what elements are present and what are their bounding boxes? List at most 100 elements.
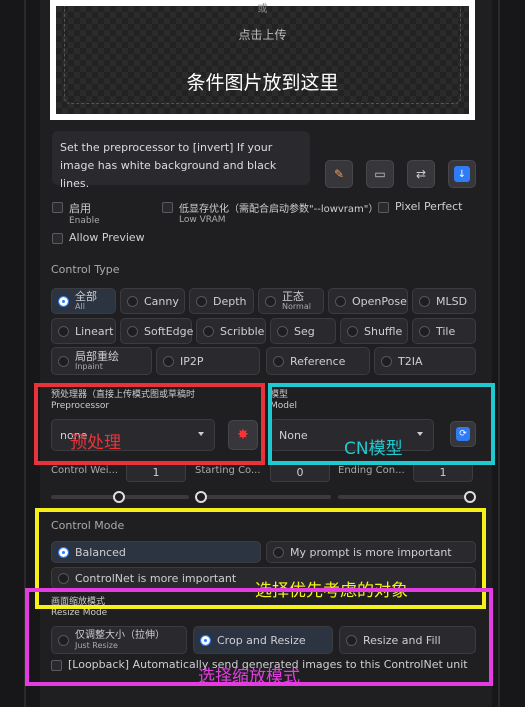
refresh-models-button[interactable]: ⟳ xyxy=(450,421,476,447)
radio-label: Seg xyxy=(294,324,315,338)
control-type-seg[interactable]: Seg xyxy=(270,318,336,344)
low-vram-text: 低显存优化（需配合启动参数"--lowvram"） xyxy=(179,204,379,215)
control-type-ip2p[interactable]: IP2P xyxy=(156,347,260,375)
enable-sub: Enable xyxy=(69,216,100,226)
control-type-label: Control Type xyxy=(51,263,120,276)
radio-dot xyxy=(58,572,69,584)
preprocessor-select[interactable]: none xyxy=(51,419,215,451)
enable-checkbox[interactable]: 启用 Enable xyxy=(52,200,100,226)
control-mode-prompt[interactable]: My prompt is more important xyxy=(266,541,476,563)
model-select[interactable]: None xyxy=(270,419,434,451)
image-drop-area[interactable]: 或 点击上传 条件图片放到这里 xyxy=(50,0,475,120)
resize-and-fill[interactable]: Resize and Fill xyxy=(339,626,476,654)
control-weight-input[interactable]: 1 xyxy=(126,462,186,482)
radio-label: Canny xyxy=(144,294,179,308)
starting-slider[interactable] xyxy=(195,495,331,499)
control-type-tile[interactable]: Tile xyxy=(412,318,476,344)
control-weight-label: Control Wei... xyxy=(51,465,119,476)
low-vram-sub: Low VRAM xyxy=(179,215,226,225)
control-type-all[interactable]: 全部 All xyxy=(51,288,116,314)
drop-or-text: 或 xyxy=(257,4,268,15)
label-sub: Just Resize xyxy=(75,640,118,650)
label-sub: Inpaint xyxy=(75,361,103,371)
ending-slider[interactable] xyxy=(338,495,476,499)
swap-icon: ⇄ xyxy=(415,167,427,181)
radio-label: T2IA xyxy=(398,354,423,368)
low-vram-label: 低显存优化（需配合启动参数"--lowvram"） Low VRAM xyxy=(179,200,378,225)
radio-dot xyxy=(200,634,211,646)
camera-icon-button[interactable]: ▭ xyxy=(366,160,394,188)
control-weight-thumb[interactable] xyxy=(113,491,125,503)
send-icon: ↓ xyxy=(454,166,470,182)
pixel-perfect-checkbox[interactable]: Pixel Perfect xyxy=(378,200,462,213)
ending-input[interactable]: 1 xyxy=(413,462,473,482)
radio-label: MLSD xyxy=(436,294,468,308)
control-type-depth[interactable]: Depth xyxy=(189,288,254,314)
model-label: 模型 Model xyxy=(270,390,297,412)
pixel-perfect-label: Pixel Perfect xyxy=(395,200,463,213)
radio-dot xyxy=(127,295,138,307)
control-type-t2ia[interactable]: T2IA xyxy=(374,347,476,375)
resize-just-resize[interactable]: 仅调整大小（拉伸） Just Resize xyxy=(51,626,187,654)
label-sub: Normal xyxy=(282,301,311,311)
control-type-lineart[interactable]: Lineart xyxy=(51,318,116,344)
control-mode-controlnet[interactable]: ControlNet is more important xyxy=(51,567,476,589)
model-value: None xyxy=(279,428,308,442)
radio-dot xyxy=(273,546,284,558)
control-type-softedge[interactable]: SoftEdge xyxy=(120,318,193,344)
swap-icon-button[interactable]: ⇄ xyxy=(407,160,435,188)
model-label-sub: Model xyxy=(270,401,298,411)
checkbox-box[interactable] xyxy=(52,233,63,244)
send-icon-button[interactable]: ↓ xyxy=(448,160,476,188)
radio-dot xyxy=(58,295,69,307)
radio-dot xyxy=(277,325,288,337)
allow-preview-checkbox[interactable]: Allow Preview xyxy=(52,231,145,244)
radio-label: 全部 All xyxy=(75,291,97,312)
control-type-mlsd[interactable]: MLSD xyxy=(412,288,476,314)
low-vram-checkbox[interactable]: 低显存优化（需配合启动参数"--lowvram"） Low VRAM xyxy=(162,200,378,225)
control-type-scribble[interactable]: Scribble xyxy=(196,318,266,344)
preprocessor-label: 预处理器（直接上传模式图或草稿时 Preprocessor xyxy=(51,390,195,412)
checkbox-box[interactable] xyxy=(378,202,389,213)
starting-input[interactable]: 0 xyxy=(270,462,330,482)
camera-icon: ▭ xyxy=(374,167,386,181)
resize-mode-label-text: 画面缩放模式 xyxy=(51,597,106,607)
radio-label: 正态 Normal xyxy=(282,291,311,312)
control-type-openpose[interactable]: OpenPose xyxy=(328,288,408,314)
preprocessor-hint: Set the preprocessor to [invert] If your… xyxy=(52,131,310,190)
checkbox-box[interactable] xyxy=(52,202,63,213)
run-preprocessor-button[interactable]: ✸ xyxy=(228,420,258,450)
radio-label: Resize and Fill xyxy=(363,633,441,647)
radio-label: Reference xyxy=(290,354,346,368)
control-type-reference[interactable]: Reference xyxy=(266,347,370,375)
control-mode-balanced[interactable]: Balanced xyxy=(51,541,261,563)
radio-dot xyxy=(203,325,214,337)
preprocessor-value: none xyxy=(60,428,88,442)
model-label-text: 模型 xyxy=(270,390,289,400)
control-type-canny[interactable]: Canny xyxy=(120,288,185,314)
radio-dot xyxy=(163,355,174,367)
edit-icon-button[interactable]: ✎ xyxy=(325,160,353,188)
radio-label: IP2P xyxy=(180,354,204,368)
radio-dot xyxy=(419,295,430,307)
drop-annotation: 条件图片放到这里 xyxy=(186,72,339,94)
allow-preview-label: Allow Preview xyxy=(69,231,145,244)
control-type-normal[interactable]: 正态 Normal xyxy=(258,288,324,314)
checkbox-box[interactable] xyxy=(51,660,62,671)
loopback-checkbox[interactable]: [Loopback] Automatically send generated … xyxy=(51,658,468,671)
radio-dot xyxy=(58,325,69,337)
radio-label: 仅调整大小（拉伸） Just Resize xyxy=(75,630,165,651)
control-type-shuffle[interactable]: Shuffle xyxy=(340,318,408,344)
control-mode-label: Control Mode xyxy=(51,519,125,532)
starting-thumb[interactable] xyxy=(195,491,207,503)
radio-label: Depth xyxy=(213,294,247,308)
ending-thumb[interactable] xyxy=(464,491,476,503)
radio-dot xyxy=(58,355,69,367)
control-type-inpaint[interactable]: 局部重绘 Inpaint xyxy=(51,347,152,375)
checkbox-box[interactable] xyxy=(162,202,173,213)
right-border xyxy=(498,0,500,707)
click-upload-text[interactable]: 点击上传 xyxy=(56,26,469,43)
radio-label: My prompt is more important xyxy=(290,545,452,559)
radio-dot xyxy=(58,546,69,558)
resize-crop-and-resize[interactable]: Crop and Resize xyxy=(193,626,333,654)
